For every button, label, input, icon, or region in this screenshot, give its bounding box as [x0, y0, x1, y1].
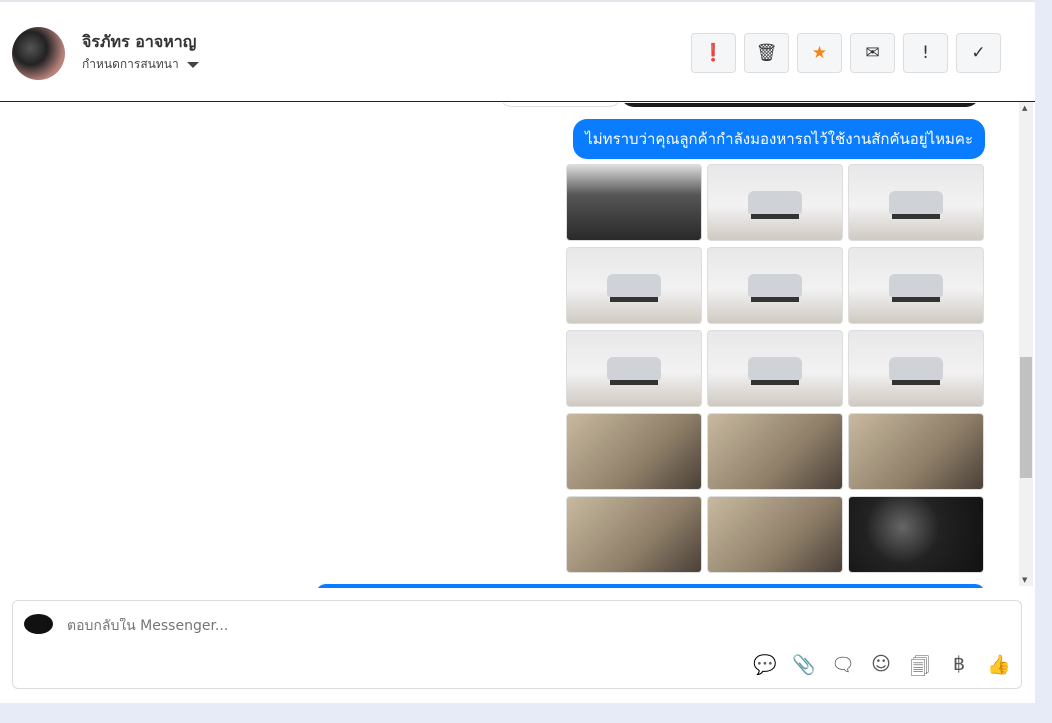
scroll-up-arrow[interactable]: ▲ — [1022, 104, 1027, 112]
page-avatar — [24, 614, 53, 634]
contact-name[interactable]: จิรภัทร อาจหาญ — [82, 30, 196, 55]
report-button[interactable]: ❗ — [691, 33, 736, 73]
emoji-icon[interactable]: ☺ — [870, 653, 892, 685]
schedule-label: กำหนดการสนทนา — [82, 57, 179, 71]
quick-reply-icon[interactable]: 🗨 — [831, 653, 855, 685]
car-photo[interactable] — [848, 164, 984, 241]
message-bubble: ไม่ทราบว่าคุณลูกค้ากำลังมองหารถไว้ใช้งาน… — [573, 119, 985, 159]
template-icon[interactable]: 🗐 — [909, 653, 931, 685]
trash-icon: 🗑 — [755, 43, 778, 63]
car-photo[interactable] — [848, 247, 984, 324]
scrollbar-thumb[interactable] — [1020, 357, 1032, 478]
car-photo[interactable] — [848, 330, 984, 407]
car-photo[interactable] — [707, 164, 843, 241]
payment-icon[interactable]: ฿ — [948, 653, 970, 685]
scroll-down-arrow[interactable]: ▼ — [1022, 576, 1027, 584]
reply-composer: 💬 📎 🗨 ☺ 🗐 ฿ 👍 — [12, 600, 1022, 689]
follow-up-button[interactable]: ! — [903, 33, 948, 73]
next-message-bubble — [316, 584, 985, 588]
car-photo[interactable] — [566, 247, 702, 324]
car-photo[interactable] — [566, 330, 702, 407]
car-photo[interactable] — [566, 413, 702, 490]
caret-down-icon — [186, 61, 199, 68]
conversation-schedule-dropdown[interactable]: กำหนดการสนทนา — [82, 55, 199, 74]
header-actions: ❗ 🗑 ★ ✉! ✓ — [691, 33, 1001, 73]
reply-input[interactable] — [67, 618, 667, 634]
car-photo[interactable] — [848, 413, 984, 490]
car-photo[interactable] — [848, 496, 984, 573]
photo-grid — [566, 164, 984, 573]
saved-reply-icon[interactable]: 💬 — [753, 653, 777, 685]
like-icon[interactable]: 👍 — [987, 653, 1011, 685]
thread-scrollbar[interactable]: ▲ ▼ — [1019, 102, 1033, 586]
follow-up-icon: ! — [922, 43, 929, 63]
contact-avatar[interactable] — [12, 27, 65, 80]
conversation-panel: จิรภัทร อาจหาญ กำหนดการสนทนา ❗ 🗑 ★ ✉! ✓ ไม่ท… — [0, 0, 1035, 703]
car-photo[interactable] — [707, 247, 843, 324]
car-photo[interactable] — [566, 496, 702, 573]
star-icon: ★ — [811, 43, 828, 63]
message-thread: ไม่ทราบว่าคุณลูกค้ากำลังมองหารถไว้ใช้งาน… — [0, 103, 1018, 588]
car-photo[interactable] — [707, 330, 843, 407]
mark-unread-icon: ✉ — [865, 43, 880, 63]
report-icon: ❗ — [702, 43, 725, 63]
done-icon: ✓ — [971, 43, 986, 63]
star-button[interactable]: ★ — [797, 33, 842, 73]
composer-tools: 💬 📎 🗨 ☺ 🗐 ฿ 👍 — [753, 653, 1011, 685]
previous-image[interactable] — [620, 103, 980, 107]
trash-button[interactable]: 🗑 — [744, 33, 789, 73]
car-photo[interactable] — [707, 413, 843, 490]
mark-unread-button[interactable]: ✉ — [850, 33, 895, 73]
attach-icon[interactable]: 📎 — [792, 653, 816, 685]
car-photo[interactable] — [566, 164, 702, 241]
car-photo[interactable] — [707, 496, 843, 573]
done-button[interactable]: ✓ — [956, 33, 1001, 73]
conversation-header: จิรภัทร อาจหาญ กำหนดการสนทนา ❗ 🗑 ★ ✉! ✓ — [0, 2, 1035, 102]
previous-message — [498, 103, 623, 107]
